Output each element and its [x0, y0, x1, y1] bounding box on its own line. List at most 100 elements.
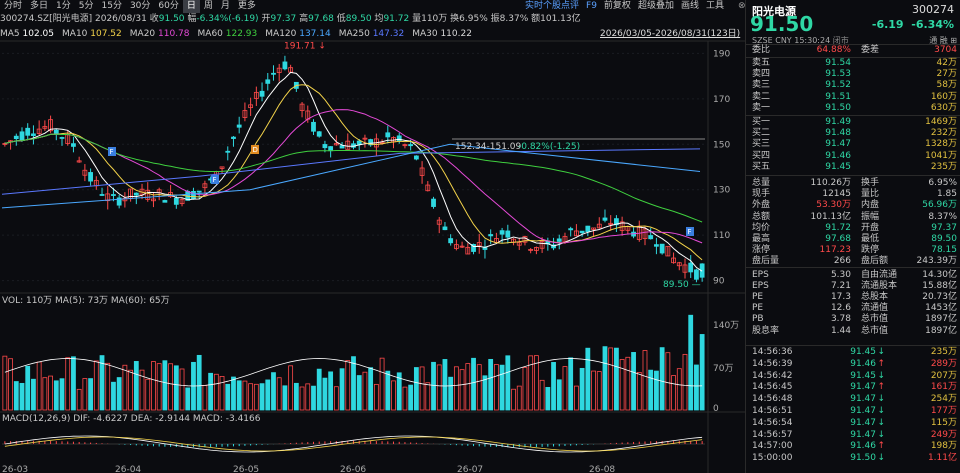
candle-body [556, 238, 562, 242]
stat-row: 总额 101.13亿 振幅 8.37% [752, 211, 957, 222]
volume-bar [31, 378, 36, 411]
volume-bar [156, 363, 162, 411]
volume-bar [682, 353, 688, 411]
volume-bar [225, 383, 231, 411]
candle-body [265, 79, 271, 84]
volume-bar [151, 361, 156, 411]
volume-bar [111, 381, 116, 411]
volume-bar [168, 363, 174, 411]
ma5-line [4, 71, 703, 272]
candle-body [694, 269, 699, 280]
candle-body [568, 228, 574, 231]
price-tick: 110 [713, 231, 730, 241]
candle-body [602, 217, 608, 221]
volume-bar [482, 375, 488, 411]
volume-bar [391, 380, 396, 411]
ma250-line [1, 148, 701, 195]
volume-bar [408, 384, 414, 411]
stat-row: 现手 12145 量比 1.85 [752, 189, 957, 200]
volume-bar [133, 361, 139, 411]
volume-bar [539, 379, 545, 411]
stat-row: 外盘 53.30万 内盘 56.96万 [752, 200, 957, 211]
volume-bar [345, 360, 351, 411]
tick-row: 14:56:51 91.47 ↓ 177万 [752, 406, 957, 416]
date-tick: 26-08 [589, 465, 615, 473]
volume-bar [13, 381, 19, 411]
volume-bar [88, 378, 93, 411]
volume-bar [562, 366, 568, 411]
volume-bar [179, 368, 185, 411]
candle-body [99, 194, 105, 196]
volume-bar [671, 375, 676, 411]
volume-bar [173, 365, 179, 411]
volume-bar [311, 385, 316, 411]
segment-annotation: 152.34-151.09 [455, 142, 522, 152]
volume-bar [333, 386, 339, 411]
ask-row: 卖一 91.50 630万 [752, 102, 957, 113]
volume-bar [196, 354, 202, 411]
price-tick: 170 [713, 95, 730, 105]
volume-bar [614, 347, 619, 411]
volume-bar [545, 387, 551, 411]
volume-bar [602, 346, 608, 411]
candle-body [133, 192, 139, 196]
candle-body [271, 72, 276, 75]
candle-body [173, 197, 179, 205]
tick-row: 14:56:48 91.47 ↓ 254万 [752, 394, 957, 405]
volume-bar [511, 388, 516, 411]
volume-bar [248, 383, 254, 411]
candle-body [259, 90, 265, 97]
volume-bar [665, 352, 671, 411]
volume-bar [59, 378, 65, 411]
candle-body [53, 129, 59, 134]
tick-row: 14:56:54 91.47 ↓ 115万 [752, 417, 957, 428]
event-marker-label: F [213, 176, 217, 184]
candle-body [688, 262, 694, 273]
stat-row: 股息率 1.44 总市值 1897亿 [752, 325, 957, 336]
candle-body [648, 235, 654, 240]
candle-body [431, 198, 436, 207]
bid-row: 买四 91.46 1041万 [752, 150, 957, 161]
candle-body [356, 140, 362, 145]
ask-row: 卖四 91.53 27万 [752, 69, 957, 80]
event-marker-label: D [253, 146, 258, 154]
volume-bar [259, 383, 265, 411]
tick-row: 14:56:57 91.47 ↓ 249万 [752, 429, 957, 440]
volume-bar [356, 375, 362, 411]
volume-bar [185, 387, 191, 411]
volume-bar [619, 359, 625, 411]
date-tick: 26-07 [457, 465, 483, 473]
kline-chart[interactable]: 190 170 150 130 110 90 191.71 ↓ 89.50 — 152.34-1… [0, 0, 745, 473]
vol-tick: 70万 [713, 364, 733, 374]
volume-bar [442, 359, 448, 411]
volume-bar [339, 368, 345, 411]
candle-body [585, 225, 591, 233]
tick-row: 14:56:39 91.46 ↑ 289万 [752, 358, 957, 369]
volume-bar [453, 366, 459, 411]
candle-body [499, 230, 505, 235]
bid-row: 买五 91.45 235万 [752, 161, 957, 172]
tick-row: 14:56:42 91.45 ↓ 207万 [752, 370, 957, 381]
volume-bar [76, 388, 82, 411]
ask-row: 卖二 91.51 160万 [752, 91, 957, 102]
candle-body [413, 155, 419, 160]
volume-bar [145, 378, 151, 411]
candle-body [282, 61, 288, 70]
volume-bar [459, 369, 465, 411]
stock-code-side: 300274 [912, 3, 954, 16]
volume-bar [288, 365, 294, 411]
candle-body [408, 144, 414, 147]
volume-bar [42, 377, 48, 411]
volume-bar [242, 380, 248, 411]
volume-bar [219, 376, 225, 411]
price-tick: 130 [713, 186, 730, 196]
volume-bar [608, 347, 614, 411]
stat-row: EPS 5.30 自由流通 14.30亿 [752, 269, 957, 280]
stat-row: 涨停 117.23 跌停 78.15 [752, 245, 957, 256]
volume-bar [236, 380, 242, 411]
volume-bar [493, 364, 499, 411]
volume-bar [351, 356, 356, 411]
candle-body [225, 150, 231, 153]
stat-row: PE 17.3 总股本 20.73亿 [752, 292, 957, 302]
volume-bar [448, 376, 454, 411]
